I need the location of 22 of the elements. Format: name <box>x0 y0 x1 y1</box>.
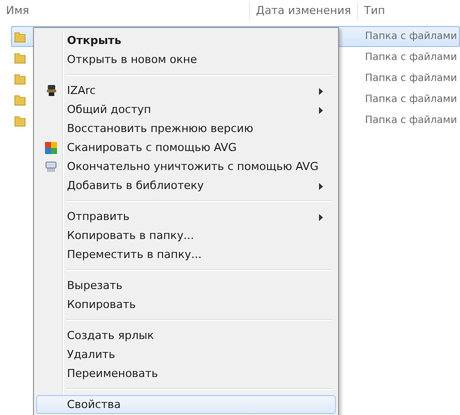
menu-item-label: Копировать в папку... <box>67 229 194 242</box>
type-cell-text: Папка с файлами <box>365 73 458 84</box>
menu-item-label: Восстановить прежнюю версию <box>67 122 254 135</box>
menu-item-label: Свойства <box>67 398 121 411</box>
menu-item-label: Добавить в библиотеку <box>67 179 204 192</box>
menu-item-label: Вырезать <box>67 279 122 292</box>
menu-item-label: Создать ярлык <box>67 329 154 342</box>
menu-item-label: Открыть <box>67 34 122 47</box>
menu-item-label: IZArc <box>67 84 96 97</box>
menu-item-label: Окончательно уничтожить с помощью AVG <box>67 160 318 173</box>
type-cell-text: Папка с файлами <box>365 52 458 63</box>
menu-item-label: Переименовать <box>67 367 158 380</box>
menu-item-label: Отправить <box>67 210 130 223</box>
type-cell-text: Папка с файлами <box>365 31 458 42</box>
menu-item-label: Общий доступ <box>67 103 152 116</box>
menu-item-label: Переместить в папку... <box>67 248 202 261</box>
menu-item-label: Удалить <box>67 348 116 361</box>
type-cell-text: Папка с файлами <box>365 115 458 126</box>
menu-item-label: Сканировать с помощью AVG <box>67 141 237 154</box>
menu-item-label: Открыть в новом окне <box>67 53 198 66</box>
type-cell-text: Папка с файлами <box>365 94 458 105</box>
menu-item-label: Копировать <box>67 298 136 311</box>
